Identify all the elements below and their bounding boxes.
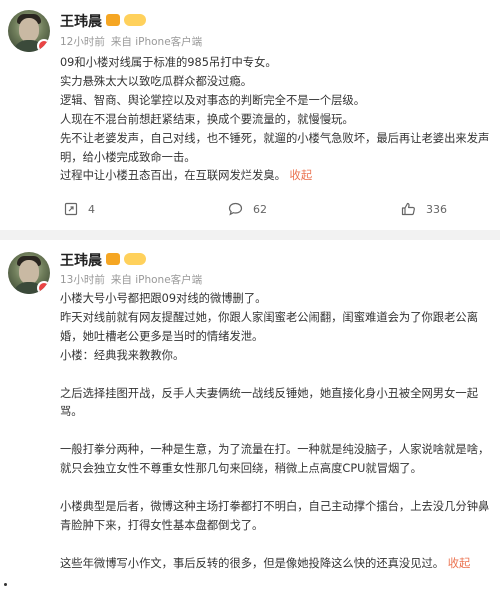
weibo-post-2: 王玮晨 13小时前 来自 iPhone客户端 小楼大号小号都把跟09对线的微博删了…	[0, 240, 500, 605]
post-meta: 12小时前 来自 iPhone客户端	[60, 34, 208, 49]
post-source: 来自 iPhone客户端	[110, 36, 203, 48]
post-paragraph: 小楼大号小号都把跟09对线的微博删了。	[60, 290, 492, 309]
thumbs-up-icon	[401, 202, 415, 216]
comment-icon	[228, 202, 243, 216]
post-time[interactable]: 12小时前	[60, 36, 105, 48]
post-paragraph: 之后选择挂图开战，反手人夫妻俩统一战线反锤她，她直接化身小丑被全网男女一起骂。	[60, 385, 492, 423]
post-actions: 4 62 336	[60, 199, 490, 219]
post-text: 一般打拳分两种，一种是生意，为了流量在打。一种就是纯没脑子，人家说啥就是啥，就只…	[60, 443, 490, 476]
weibo-post-1: 王玮晨 12小时前 来自 iPhone客户端 09和小楼对线属于标准的985吊打中…	[0, 0, 500, 230]
post-divider	[0, 230, 500, 240]
post-text-line: 人现在不混台前想赶紧结束，换成个要流量的，就慢慢玩。	[60, 111, 492, 130]
post-text-line: 逻辑、智商、舆论掌控以及对事态的判断完全不是一个层级。	[60, 92, 492, 111]
repost-button[interactable]: 4	[64, 199, 95, 219]
post-paragraph: 小楼典型是后者，微博这种主场打拳都打不明白，自己主动撑个擂台，上去没几分钟鼻青脸…	[60, 498, 492, 536]
post-text: 这些年微博写小作文，事后反转的很多，但是像她投降这么快的还真没见过。	[60, 556, 445, 570]
post-text: 逻辑、智商、舆论掌控以及对事态的判断完全不是一个层级。	[60, 93, 366, 107]
post-paragraph: 这些年微博写小作文，事后反转的很多，但是像她投降这么快的还真没见过。 收起	[60, 555, 492, 574]
post-text-line: 实力悬殊太大以致吃瓜群众都没过瘾。	[60, 73, 492, 92]
post-text: 之后选择挂图开战，反手人夫妻俩统一战线反锤她，她直接化身小丑被全网男女一起骂。	[60, 386, 478, 419]
collapse-link[interactable]: 收起	[290, 169, 313, 182]
post-source: 来自 iPhone客户端	[110, 274, 203, 286]
post-meta: 13小时前 来自 iPhone客户端	[60, 272, 208, 287]
post-text-line: 09和小楼对线属于标准的985吊打中专女。	[60, 54, 492, 73]
verified-badge-icon	[37, 39, 50, 52]
edge-dot	[4, 583, 7, 586]
post-text-line: 过程中让小楼丑态百出，在互联网发烂发臭。 收起	[60, 167, 492, 186]
post-paragraph: 一般打拳分两种，一种是生意，为了流量在打。一种就是纯没脑子，人家说啥就是啥，就只…	[60, 441, 492, 479]
vip-icon	[106, 253, 120, 265]
post-text: 小楼：经典我来教教你。	[60, 348, 185, 362]
vip-icon	[106, 14, 120, 26]
post-content: 小楼大号小号都把跟09对线的微博删了。昨天对线前就有网友提醒过她，你跟人家闺蜜老…	[60, 290, 492, 574]
post-content: 09和小楼对线属于标准的985吊打中专女。 实力悬殊太大以致吃瓜群众都没过瘾。逻辑…	[60, 54, 492, 186]
post-paragraph: 昨天对线前就有网友提醒过她，你跟人家闺蜜老公闹翻，闺蜜难道会为了你跟老公离婚，她…	[60, 309, 492, 347]
author-avatar[interactable]	[8, 10, 50, 52]
author-name[interactable]: 王玮晨	[60, 11, 102, 31]
post-text: 小楼典型是后者，微博这种主场打拳都打不明白，自己主动撑个擂台，上去没几分钟鼻青脸…	[60, 499, 490, 532]
post-text: 实力悬殊太大以致吃瓜群众都没过瘾。	[60, 74, 253, 88]
post-text: 人现在不混台前想赶紧结束，换成个要流量的，就慢慢玩。	[60, 112, 354, 126]
verified-badge-icon	[37, 281, 50, 294]
post-text: 先不让老婆发声，自己对线，也不锤死，就遛的小楼气急败坏，最后再让老婆出来发声明，…	[60, 131, 490, 164]
post-paragraph: 小楼：经典我来教教你。	[60, 347, 492, 366]
repost-icon	[64, 202, 78, 216]
post-text: 过程中让小楼丑态百出，在互联网发烂发臭。	[60, 169, 286, 183]
like-button[interactable]: 336	[401, 199, 447, 219]
post-text: 小楼大号小号都把跟09对线的微博删了。	[60, 292, 267, 305]
author-avatar[interactable]	[8, 252, 50, 294]
like-count: 336	[426, 202, 447, 216]
post-text: 昨天对线前就有网友提醒过她，你跟人家闺蜜老公闹翻，闺蜜难道会为了你跟老公离婚，她…	[60, 310, 478, 343]
post-time[interactable]: 13小时前	[60, 274, 105, 286]
author-name[interactable]: 王玮晨	[60, 250, 102, 270]
member-level-icon	[124, 14, 146, 26]
post-text-line: 先不让老婆发声，自己对线，也不锤死，就遛的小楼气急败坏，最后再让老婆出来发声明，…	[60, 130, 492, 168]
post-text: 09和小楼对线属于标准的985吊打中专女。	[60, 56, 277, 69]
comment-button[interactable]: 62	[228, 199, 267, 219]
repost-count: 4	[88, 202, 95, 216]
comment-count: 62	[253, 202, 267, 216]
member-level-icon	[124, 253, 146, 265]
collapse-link[interactable]: 收起	[448, 557, 471, 570]
